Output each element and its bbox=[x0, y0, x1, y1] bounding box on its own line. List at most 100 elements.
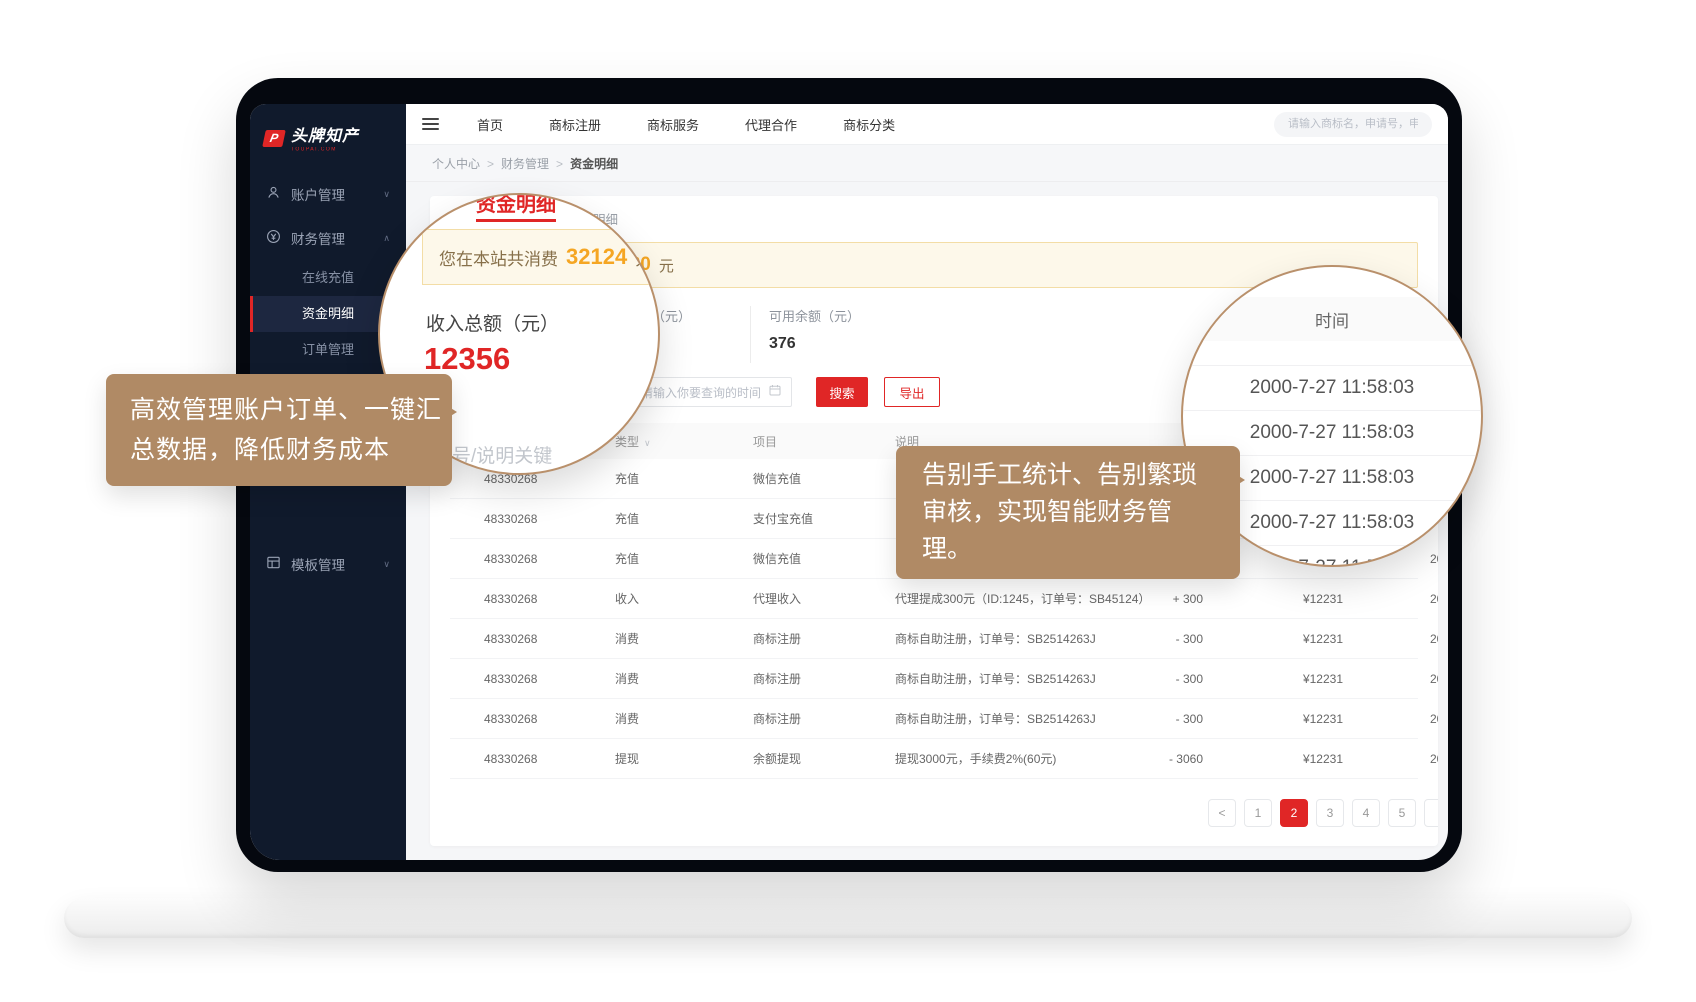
nav-item[interactable]: 商标注册 bbox=[549, 115, 601, 134]
cell-type: 充值 bbox=[615, 510, 753, 527]
brand-logo-icon: P bbox=[262, 130, 286, 147]
table-row: 48330268 消费 商标注册 商标自助注册，订单号：SB2514263J -… bbox=[450, 659, 1418, 699]
table-header-cell: 项目 bbox=[753, 433, 895, 450]
cell-order-no: 48330268 bbox=[450, 592, 615, 606]
nav-item[interactable]: 商标服务 bbox=[647, 115, 699, 134]
sidebar-item-label: 账户管理 bbox=[291, 184, 345, 204]
brand-name: 头牌知产 bbox=[291, 122, 359, 146]
finance-icon bbox=[266, 229, 281, 247]
cell-time: 2000-7-27 11:58:03 bbox=[1343, 712, 1430, 726]
user-icon bbox=[266, 185, 281, 203]
cell-order-no: 48330268 bbox=[450, 632, 615, 646]
cell-type: 充值 bbox=[615, 550, 753, 567]
pagination-page[interactable]: 4 bbox=[1352, 799, 1380, 827]
cell-time: 2000-7-27 11:58:03 bbox=[1343, 592, 1430, 606]
magnified-tab-label: 资金明细 bbox=[476, 193, 556, 222]
tooltip-left: 高效管理账户订单、一键汇总数据，降低财务成本 bbox=[106, 374, 452, 486]
breadcrumb-item[interactable]: 个人中心 bbox=[432, 155, 501, 172]
cell-order-no: 48330268 bbox=[450, 712, 615, 726]
cell-description: 商标自助注册，订单号：SB2514263J bbox=[895, 630, 1155, 647]
sidebar-item-account[interactable]: 账户管理 ∨ bbox=[250, 172, 406, 216]
cell-order-no: 48330268 bbox=[450, 672, 615, 686]
laptop-base bbox=[64, 898, 1632, 938]
cell-type: 充值 bbox=[615, 470, 753, 487]
cell-description: 提现3000元，手续费2%(60元) bbox=[895, 750, 1155, 767]
pagination-prev[interactable]: < bbox=[1208, 799, 1236, 827]
time-input[interactable]: 请输入你要查询的时间 bbox=[630, 377, 792, 407]
nav-item[interactable]: 代理合作 bbox=[745, 115, 797, 134]
pagination-page[interactable]: 1 bbox=[1244, 799, 1272, 827]
cell-project: 微信充值 bbox=[753, 550, 895, 567]
sidebar-item-finance[interactable]: 财务管理 ∧ bbox=[250, 216, 406, 260]
cell-project: 微信充值 bbox=[753, 470, 895, 487]
time-input-placeholder: 请输入你要查询的时间 bbox=[641, 384, 761, 401]
cell-project: 代理收入 bbox=[753, 590, 895, 607]
pagination-next[interactable] bbox=[1424, 799, 1438, 827]
nav-item[interactable]: 首页 bbox=[477, 115, 503, 134]
table-row: 48330268 收入 代理收入 代理提成300元（ID:1245，订单号：SB… bbox=[450, 579, 1418, 619]
cell-project: 商标注册 bbox=[753, 670, 895, 687]
cell-project: 支付宝充值 bbox=[753, 510, 895, 527]
stat-balance: 可用余额（元） 376 bbox=[750, 306, 860, 363]
cell-amount: - 300 bbox=[1155, 672, 1203, 686]
chevron-down-icon: ∨ bbox=[383, 559, 390, 570]
cell-description: 商标自助注册，订单号：SB2514263J bbox=[895, 710, 1155, 727]
table-header-cell: 类型 bbox=[615, 433, 753, 450]
pagination-page[interactable]: 3 bbox=[1316, 799, 1344, 827]
table-row: 48330268 消费 商标注册 商标自助注册，订单号：SB2514263J -… bbox=[450, 699, 1418, 739]
page: P 头牌知产 TOUPAI.COM 账户管理 ∨ 财务管理 ∧ bbox=[0, 0, 1696, 1002]
cell-balance: ¥12231 bbox=[1203, 632, 1343, 646]
tooltip-right: 告别手工统计、告别繁琐审核，实现智能财务管理。 bbox=[896, 446, 1240, 579]
search-button[interactable]: 搜索 bbox=[816, 377, 868, 407]
cell-type: 消费 bbox=[615, 670, 753, 687]
nav-item[interactable]: 商标分类 bbox=[843, 115, 895, 134]
top-navbar: 首页 商标注册 商标服务 代理合作 商标分类 bbox=[406, 104, 1448, 145]
chevron-up-icon: ∧ bbox=[383, 233, 390, 244]
sidebar-item-label: 模板管理 bbox=[291, 554, 345, 574]
magnified-stat-value: 12356 bbox=[424, 341, 510, 377]
banner-suffix: 元 bbox=[659, 255, 674, 276]
cell-order-no: 48330268 bbox=[450, 552, 615, 566]
pagination-page[interactable]: 5 bbox=[1388, 799, 1416, 827]
cell-project: 商标注册 bbox=[753, 630, 895, 647]
sidebar-subitem[interactable]: 在线充值 bbox=[250, 260, 406, 296]
cell-time: 2000-7-27 11:58:03 bbox=[1343, 672, 1430, 686]
hamburger-menu-icon[interactable] bbox=[422, 118, 439, 130]
cell-amount: - 3060 bbox=[1155, 752, 1203, 766]
cell-amount: - 300 bbox=[1155, 632, 1203, 646]
cell-type: 收入 bbox=[615, 590, 753, 607]
cell-type: 消费 bbox=[615, 630, 753, 647]
table-row: 48330268 提现 余额提现 提现3000元，手续费2%(60元) - 30… bbox=[450, 739, 1418, 779]
cell-order-no: 48330268 bbox=[450, 752, 615, 766]
table-row: 48330268 消费 商标注册 商标自助注册，订单号：SB2514263J -… bbox=[450, 619, 1418, 659]
magnified-time-header: 时间 bbox=[1181, 297, 1483, 341]
search-input[interactable] bbox=[1274, 112, 1432, 137]
breadcrumb: 个人中心财务管理资金明细 bbox=[406, 145, 1448, 182]
magnified-stat-label: 收入总额（元） bbox=[426, 309, 559, 336]
cell-project: 商标注册 bbox=[753, 710, 895, 727]
pagination: < 12345 bbox=[450, 799, 1438, 827]
brand-tagline: TOUPAI.COM bbox=[291, 147, 340, 152]
breadcrumb-item[interactable]: 资金明细 bbox=[570, 155, 618, 172]
cell-time: 2000-7-27 11:58:03 bbox=[1343, 632, 1430, 646]
cell-amount: + 300 bbox=[1155, 592, 1203, 606]
export-button[interactable]: 导出 bbox=[884, 377, 940, 407]
breadcrumb-item[interactable]: 财务管理 bbox=[501, 155, 570, 172]
pagination-page[interactable]: 2 bbox=[1280, 799, 1308, 827]
brand-logo[interactable]: P 头牌知产 TOUPAI.COM bbox=[250, 104, 406, 172]
top-nav-links: 首页 商标注册 商标服务 代理合作 商标分类 bbox=[477, 115, 895, 134]
cell-order-no: 48330268 bbox=[450, 512, 615, 526]
cell-amount: - 300 bbox=[1155, 712, 1203, 726]
cell-balance: ¥12231 bbox=[1203, 592, 1343, 606]
cell-time: 2000-7-27 11:58:03 bbox=[1343, 752, 1430, 766]
cell-description: 代理提成300元（ID:1245，订单号：SB45124） bbox=[895, 590, 1155, 607]
cell-project: 余额提现 bbox=[753, 750, 895, 767]
magnified-banner: 您在本站共消费 32124 元 bbox=[422, 229, 660, 285]
sidebar-item-template[interactable]: 模板管理 ∨ bbox=[250, 542, 406, 586]
cell-balance: ¥12231 bbox=[1203, 752, 1343, 766]
cell-description: 商标自助注册，订单号：SB2514263J bbox=[895, 670, 1155, 687]
cell-balance: ¥12231 bbox=[1203, 712, 1343, 726]
calendar-icon bbox=[769, 383, 781, 401]
cell-balance: ¥12231 bbox=[1203, 672, 1343, 686]
magnified-time-value: 2000-7-27 11:58:03 bbox=[1181, 365, 1483, 410]
